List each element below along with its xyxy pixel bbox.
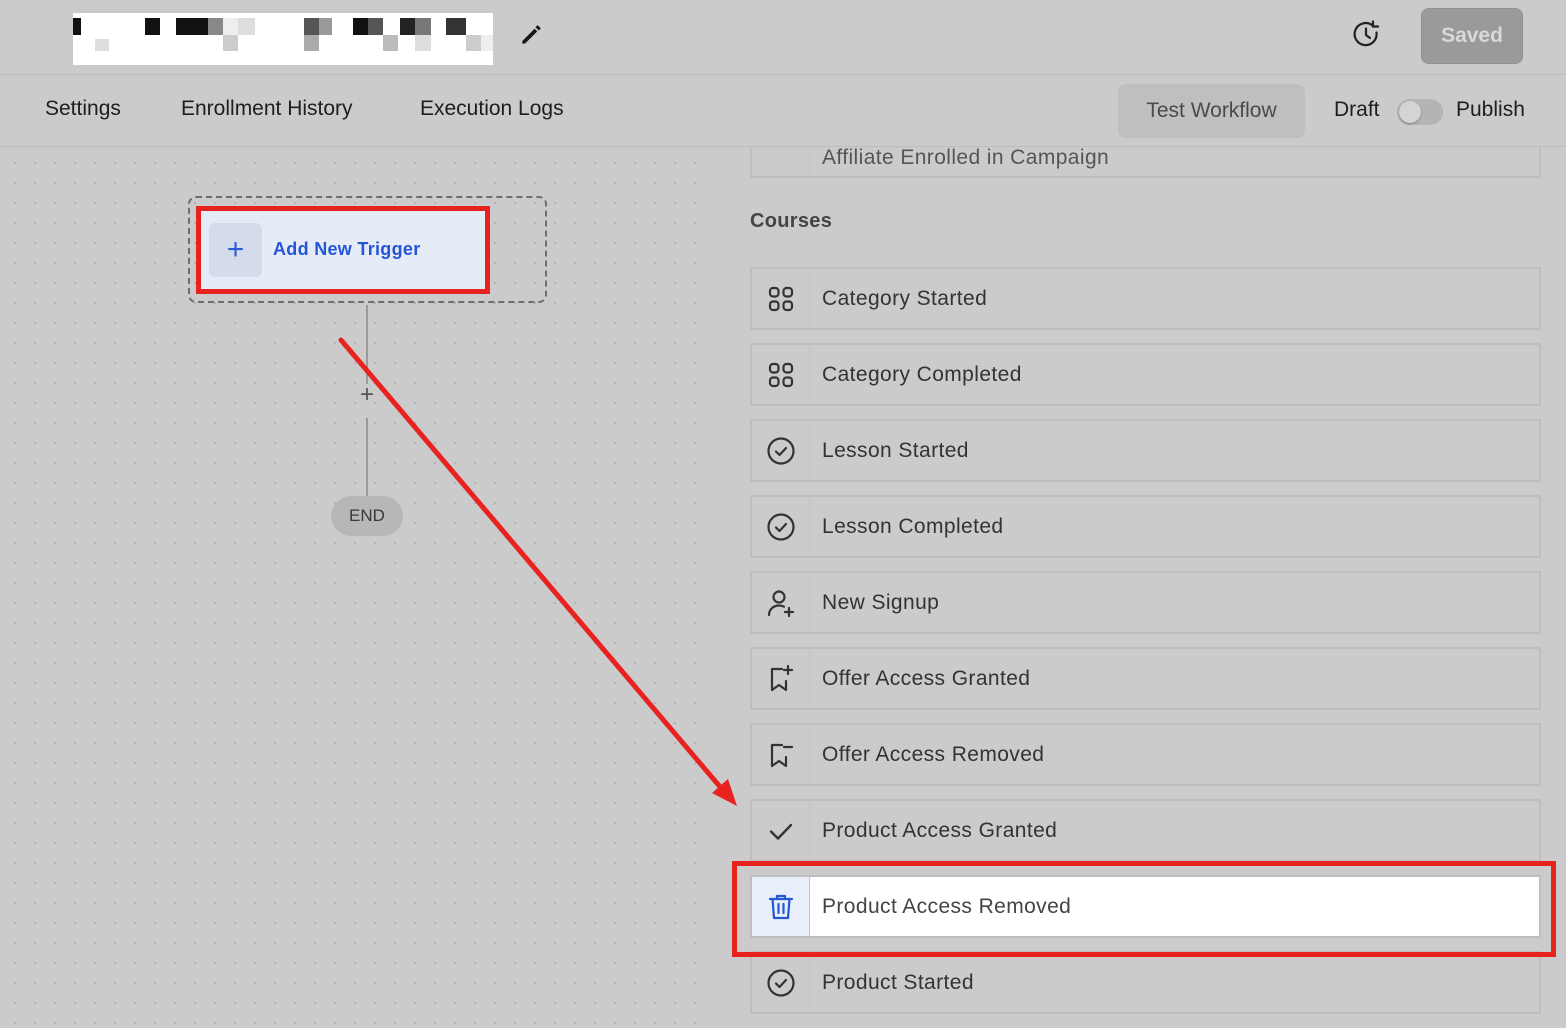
publish-label: Publish [1456, 98, 1525, 121]
publish-toggle[interactable] [1397, 99, 1443, 125]
trigger-item-lesson-started[interactable]: Lesson Started [750, 419, 1541, 482]
trigger-item-label: Lesson Completed [822, 515, 1004, 538]
check-icon [752, 801, 810, 860]
bookmark-minus-icon [752, 725, 810, 784]
draft-label: Draft [1334, 98, 1380, 121]
trigger-item-label: Product Access Granted [822, 819, 1058, 842]
check-circle-icon [752, 497, 810, 556]
grid-icon [752, 345, 810, 404]
trigger-item-lesson-completed[interactable]: Lesson Completed [750, 495, 1541, 558]
saved-button[interactable]: Saved [1421, 8, 1523, 64]
trigger-item-label: New Signup [822, 591, 940, 614]
top-bar: Saved [0, 0, 1566, 75]
check-circle-icon [752, 421, 810, 480]
history-icon[interactable] [1350, 19, 1382, 51]
bookmark-plus-icon [752, 649, 810, 708]
trigger-item-label: Product Started [822, 971, 974, 994]
check-circle-icon [752, 953, 810, 1012]
plus-icon: + [209, 223, 262, 277]
tab-settings[interactable]: Settings [45, 97, 121, 121]
affiliate-icon [752, 148, 810, 175]
tab-execution-logs[interactable]: Execution Logs [420, 97, 564, 121]
trigger-item-category-started[interactable]: Category Started [750, 267, 1541, 330]
trigger-item-offer-access-granted[interactable]: Offer Access Granted [750, 647, 1541, 710]
trigger-item-affiliate-enrolled[interactable]: Affiliate Enrolled in Campaign [750, 148, 1541, 178]
trigger-item-label: Category Started [822, 287, 988, 310]
annotation-highlight-box [732, 861, 1556, 957]
trigger-item-label: Affiliate Enrolled in Campaign [822, 148, 1110, 169]
tab-enrollment-history[interactable]: Enrollment History [181, 97, 353, 121]
toggle-knob [1399, 101, 1421, 123]
test-workflow-button[interactable]: Test Workflow [1118, 84, 1305, 138]
trigger-item-label: Offer Access Removed [822, 743, 1045, 766]
trigger-item-label: Offer Access Granted [822, 667, 1031, 690]
trigger-item-label: Lesson Started [822, 439, 969, 462]
add-new-trigger-label: Add New Trigger [273, 239, 421, 259]
add-step-plus-icon[interactable]: + [356, 383, 378, 407]
connector-line [366, 305, 368, 384]
trigger-item-new-signup[interactable]: New Signup [750, 571, 1541, 634]
trigger-item-product-access-granted[interactable]: Product Access Granted [750, 799, 1541, 862]
workflow-title-redacted[interactable] [73, 13, 493, 65]
trigger-item-label: Category Completed [822, 363, 1022, 386]
connector-line [366, 418, 368, 496]
end-node: END [331, 496, 403, 536]
nav-bar: Settings Enrollment History Execution Lo… [0, 76, 1566, 147]
user-plus-icon [752, 573, 810, 632]
trigger-item-offer-access-removed[interactable]: Offer Access Removed [750, 723, 1541, 786]
workflow-canvas[interactable]: + Add New Trigger + END [0, 148, 714, 1028]
grid-icon [752, 269, 810, 328]
add-new-trigger-button[interactable]: + Add New Trigger [196, 206, 490, 294]
pencil-icon[interactable] [518, 22, 544, 48]
trigger-item-product-started[interactable]: Product Started [750, 951, 1541, 1014]
trigger-item-category-completed[interactable]: Category Completed [750, 343, 1541, 406]
section-title-courses: Courses [750, 210, 833, 232]
